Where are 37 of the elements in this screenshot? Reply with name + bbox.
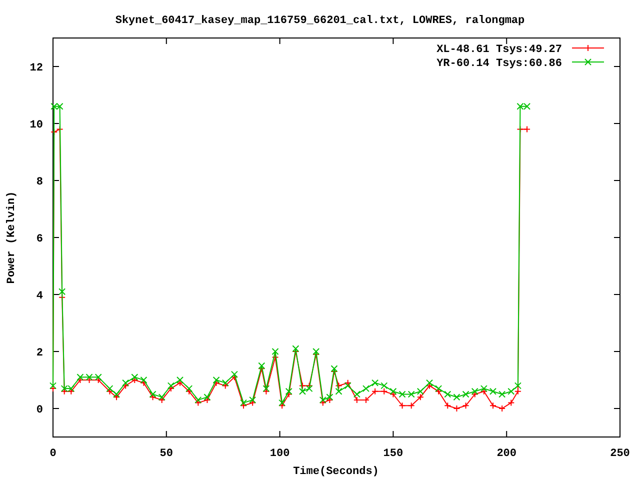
legend-line-sample <box>572 58 604 66</box>
data-point <box>362 385 370 392</box>
x-tick-label: 150 <box>383 448 404 460</box>
legend-label: XL-48.61 Tsys:49.27 <box>436 44 562 56</box>
data-point <box>490 388 496 395</box>
data-point <box>508 399 515 406</box>
legend-label: YR-60.14 Tsys:60.86 <box>436 58 562 70</box>
legend-line-sample <box>572 44 604 52</box>
data-point <box>444 390 452 398</box>
chart-title: Skynet_60417_kasey_map_116759_66201_cal.txt, LOWRES, ralongmap <box>115 15 525 27</box>
y-tick-label: 8 <box>36 176 43 188</box>
x-tick-label: 100 <box>270 448 290 460</box>
y-tick-label: 2 <box>36 348 43 360</box>
data-point <box>453 405 460 412</box>
y-tick-label: 0 <box>36 404 43 416</box>
y-tick-label: 10 <box>30 120 43 132</box>
y-tick-label: 12 <box>30 62 43 74</box>
data-point <box>498 390 506 398</box>
x-tick-label: 0 <box>50 448 56 460</box>
data-point <box>490 402 496 410</box>
y-tick-label: 4 <box>36 290 43 302</box>
x-tick-label: 200 <box>496 448 516 460</box>
y-axis-label: Power (Kelvin) <box>6 191 18 284</box>
x-axis-label: Time(Seconds) <box>293 466 379 478</box>
data-point <box>408 402 415 410</box>
data-point <box>453 394 460 401</box>
data-point <box>398 390 406 398</box>
data-point <box>498 405 506 412</box>
y-tick-label: 6 <box>36 234 43 246</box>
data-point <box>462 390 470 398</box>
data-point <box>408 390 415 398</box>
x-tick-label: 250 <box>610 448 630 460</box>
x-tick-label: 50 <box>160 448 173 460</box>
data-point <box>444 402 452 410</box>
data-point <box>362 396 370 404</box>
data-point <box>398 402 406 410</box>
data-point <box>462 402 470 410</box>
